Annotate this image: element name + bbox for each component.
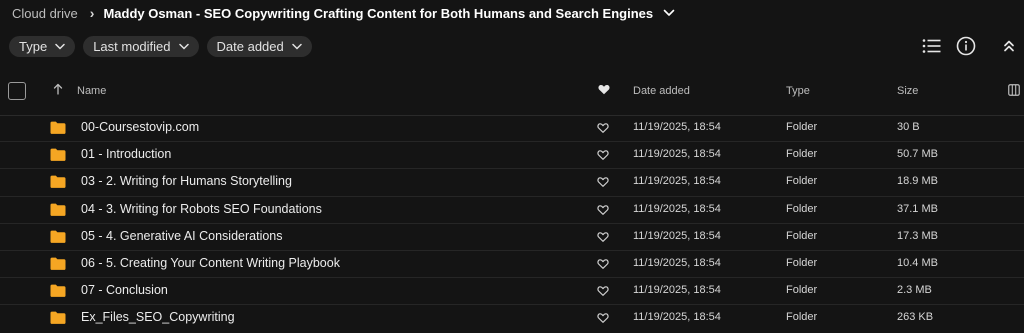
column-header-size[interactable]: Size xyxy=(897,85,918,97)
breadcrumb-root-link[interactable]: Cloud drive xyxy=(12,6,78,21)
heart-outline-icon[interactable] xyxy=(597,285,609,297)
table-row[interactable]: 04 - 3. Writing for Robots SEO Foundatio… xyxy=(0,197,1024,224)
heart-outline-icon[interactable] xyxy=(597,258,609,270)
date-added: 11/19/2025, 18:54 xyxy=(633,284,721,297)
breadcrumb-separator-icon: › xyxy=(89,5,95,21)
filter-bar: Type Last modified Date added xyxy=(9,36,312,57)
table-header: Name Date added Type Size xyxy=(0,78,1024,106)
filter-last-modified-chip[interactable]: Last modified xyxy=(83,36,199,57)
date-added: 11/19/2025, 18:54 xyxy=(633,311,721,324)
sort-arrow-up-icon[interactable] xyxy=(53,83,63,98)
info-icon[interactable] xyxy=(954,34,978,58)
file-name: Ex_Files_SEO_Copywriting xyxy=(81,310,235,325)
file-size: 18.9 MB xyxy=(897,175,938,188)
file-name: 03 - 2. Writing for Humans Storytelling xyxy=(81,174,292,189)
folder-icon xyxy=(50,230,66,243)
column-header-name[interactable]: Name xyxy=(77,85,106,97)
heart-outline-icon[interactable] xyxy=(597,312,609,324)
file-type: Folder xyxy=(786,202,818,215)
filter-last-modified-label: Last modified xyxy=(93,39,171,54)
chevron-down-icon xyxy=(178,43,189,50)
file-type: Folder xyxy=(786,229,818,242)
filter-type-chip[interactable]: Type xyxy=(9,36,76,57)
table-row[interactable]: 07 - Conclusion 11/19/2025, 18:54 Folder… xyxy=(0,278,1024,306)
file-size: 263 KB xyxy=(897,311,934,324)
chevrons-up-icon[interactable] xyxy=(997,34,1021,58)
file-type: Folder xyxy=(786,175,818,188)
heart-outline-icon[interactable] xyxy=(597,149,609,161)
date-added: 11/19/2025, 18:54 xyxy=(633,148,721,161)
file-name: 01 - Introduction xyxy=(81,147,172,162)
column-header-date-added[interactable]: Date added xyxy=(633,85,690,97)
heart-outline-icon[interactable] xyxy=(597,231,609,243)
filter-date-added-chip[interactable]: Date added xyxy=(206,36,312,57)
chevron-down-icon[interactable] xyxy=(663,9,675,17)
chevron-down-icon xyxy=(292,43,302,50)
date-added: 11/19/2025, 18:54 xyxy=(633,175,721,188)
table-row[interactable]: 06 - 5. Creating Your Content Writing Pl… xyxy=(0,251,1024,279)
file-size: 2.3 MB xyxy=(897,284,932,297)
heart-outline-icon[interactable] xyxy=(597,122,609,134)
columns-icon[interactable] xyxy=(1008,84,1020,99)
table-row[interactable]: 03 - 2. Writing for Humans Storytelling … xyxy=(0,169,1024,197)
table-row[interactable]: 01 - Introduction 11/19/2025, 18:54 Fold… xyxy=(0,142,1024,170)
table-row[interactable]: 05 - 4. Generative AI Considerations 11/… xyxy=(0,224,1024,251)
file-name: 07 - Conclusion xyxy=(81,283,168,298)
date-added: 11/19/2025, 18:54 xyxy=(633,256,721,269)
table-row[interactable]: Ex_Files_SEO_Copywriting 11/19/2025, 18:… xyxy=(0,305,1024,332)
date-added: 11/19/2025, 18:54 xyxy=(633,229,721,242)
chevron-down-icon xyxy=(55,43,65,50)
file-name: 06 - 5. Creating Your Content Writing Pl… xyxy=(81,255,340,270)
breadcrumb: Cloud drive › Maddy Osman - SEO Copywrit… xyxy=(12,4,675,22)
file-name: 04 - 3. Writing for Robots SEO Foundatio… xyxy=(81,201,322,216)
breadcrumb-current-folder[interactable]: Maddy Osman - SEO Copywriting Crafting C… xyxy=(103,6,653,21)
file-type: Folder xyxy=(786,311,818,324)
file-list: 00-Coursestovip.com 11/19/2025, 18:54 Fo… xyxy=(0,115,1024,333)
filter-date-added-label: Date added xyxy=(216,39,284,54)
select-all-checkbox[interactable] xyxy=(8,82,26,100)
list-view-icon[interactable] xyxy=(920,34,944,58)
file-name: 00-Coursestovip.com xyxy=(81,120,200,134)
heart-outline-icon[interactable] xyxy=(597,204,609,216)
column-header-type[interactable]: Type xyxy=(786,85,810,97)
filter-type-label: Type xyxy=(19,39,48,54)
file-size: 37.1 MB xyxy=(897,202,938,215)
file-type: Folder xyxy=(786,256,818,269)
folder-icon xyxy=(50,257,66,270)
folder-icon xyxy=(50,148,66,162)
folder-icon xyxy=(50,284,66,298)
file-name: 05 - 4. Generative AI Considerations xyxy=(81,228,283,243)
file-type: Folder xyxy=(786,121,818,133)
date-added: 11/19/2025, 18:54 xyxy=(633,202,721,215)
file-size: 30 B xyxy=(897,121,920,133)
folder-icon xyxy=(50,311,66,325)
table-row[interactable]: 00-Coursestovip.com 11/19/2025, 18:54 Fo… xyxy=(0,115,1024,143)
file-size: 17.3 MB xyxy=(897,229,938,242)
date-added: 11/19/2025, 18:54 xyxy=(633,121,721,133)
file-size: 10.4 MB xyxy=(897,256,938,269)
folder-icon xyxy=(50,203,66,216)
heart-outline-icon[interactable] xyxy=(597,176,609,188)
file-type: Folder xyxy=(786,148,818,161)
folder-icon xyxy=(50,121,66,134)
file-size: 50.7 MB xyxy=(897,148,938,161)
file-type: Folder xyxy=(786,284,818,297)
favourite-column-heart-icon[interactable] xyxy=(598,84,610,98)
folder-icon xyxy=(50,175,66,189)
